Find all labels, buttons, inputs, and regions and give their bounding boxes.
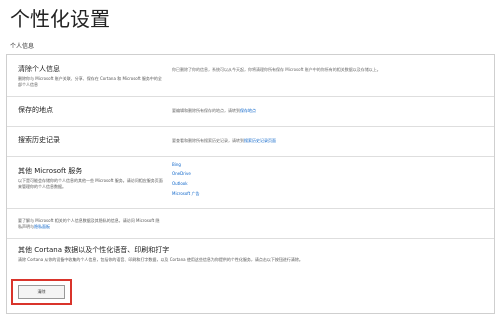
row-search-history: 搜索历史记录 要查看和删除所有搜索历史记录，请转到搜索历史记录页面 (7, 127, 494, 157)
row-other-services: 其他 Microsoft 服务 以下是可能会存储你的个人信息的其他一些 Micr… (7, 157, 494, 209)
personal-info-panel: 清除个人信息 删除你与 Microsoft 账户关联、分享、保存在 Cortan… (6, 54, 495, 314)
search-history-link[interactable]: 搜索历史记录页面 (244, 138, 276, 143)
clear-button[interactable]: 清除 (18, 285, 65, 299)
row-subtext: 清除 Cortana 从你的设备中收集的个人信息，包括你的语音、印刷和打字数据，… (18, 257, 303, 262)
privacy-dashboard-link[interactable]: 隐私面板 (34, 224, 50, 229)
row-description: 你已删除了你的信息，系统可以从今天起，你将清理你所有保存 Microsoft 账… (172, 67, 381, 72)
row-heading: 其他 Microsoft 服务 (18, 167, 83, 175)
row-other-cortana-data: 其他 Cortana 数据以及个性化语音、印刷和打字 清除 Cortana 从你… (7, 239, 494, 314)
row-heading: 其他 Cortana 数据以及个性化语音、印刷和打字 (18, 246, 170, 254)
row-subtext: 以下是可能会存储你的个人信息的其他一些 Microsoft 服务。请访问相应服务… (18, 178, 163, 189)
service-link-bing[interactable]: Bing (172, 162, 181, 168)
row-saved-places: 保存的地点 要编辑和删除所有保存的地点，请转到保存地点 (7, 97, 494, 127)
service-link-onedrive[interactable]: OneDrive (172, 171, 191, 177)
row-heading: 搜索历史记录 (18, 136, 60, 144)
page-title: 个性化设置 (10, 7, 110, 31)
row-description: 要编辑和删除所有保存的地点，请转到保存地点 (172, 108, 256, 113)
row-clear-personal-info: 清除个人信息 删除你与 Microsoft 账户关联、分享、保存在 Cortan… (7, 55, 494, 97)
row-privacy-note: 要了解与 Microsoft 相关的个人信息数据及其隐私的信息，请访问 Micr… (7, 209, 494, 239)
row-description: 要查看和删除所有搜索历史记录，请转到搜索历史记录页面 (172, 138, 276, 143)
saved-places-link[interactable]: 保存地点 (240, 108, 256, 113)
row-heading: 保存的地点 (18, 106, 53, 114)
settings-page: 个性化设置 个人信息 清除个人信息 删除你与 Microsoft 账户关联、分享… (0, 0, 501, 317)
row-heading: 清除个人信息 (18, 65, 60, 73)
section-label: 个人信息 (10, 43, 35, 50)
service-link-ads[interactable]: Microsoft 广告 (172, 191, 199, 197)
row-subtext: 要了解与 Microsoft 相关的个人信息数据及其隐私的信息，请访问 Micr… (18, 218, 160, 229)
service-link-outlook[interactable]: Outlook (172, 181, 188, 187)
row-subtext: 删除你与 Microsoft 账户关联、分享、保存在 Cortana 和 Mic… (18, 76, 162, 87)
